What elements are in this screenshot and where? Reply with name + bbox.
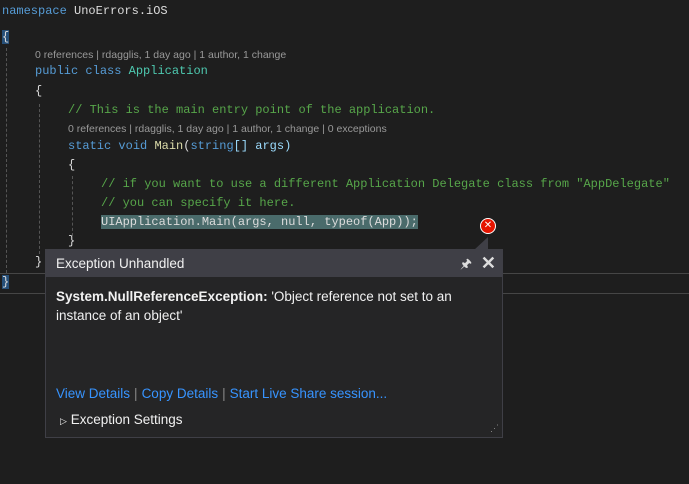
resize-grip-icon[interactable]: ⋰ [490, 423, 499, 434]
indent-guide [39, 104, 40, 254]
expand-triangle-icon: ▷ [60, 416, 67, 426]
close-icon[interactable]: ✕ [481, 250, 496, 277]
code-line[interactable]: // if you want to use a different Applic… [101, 175, 670, 194]
code-line[interactable]: public class Application [35, 62, 208, 81]
exception-popup: Exception Unhandled 🖈︎ ✕ System.NullRefe… [45, 249, 503, 438]
code-line[interactable]: } [2, 273, 10, 292]
code-line[interactable]: // you can specify it here. [101, 194, 295, 213]
view-details-link[interactable]: View Details [56, 386, 130, 401]
code-line[interactable]: { [2, 28, 10, 47]
exception-settings-toggle[interactable]: ▷ Exception Settings [60, 412, 183, 427]
codelens-method[interactable]: 0 references | rdagglis, 1 day ago | 1 a… [68, 123, 387, 135]
popup-links: View Details | Copy Details | Start Live Sha… [56, 386, 388, 401]
indent-guide [72, 176, 73, 236]
code-line[interactable]: namespace UnoErrors.iOS [2, 2, 168, 21]
code-line[interactable]: static void Main(string[] args) [68, 137, 291, 156]
code-line[interactable]: // This is the main entry point of the a… [68, 101, 435, 120]
copy-details-link[interactable]: Copy Details [142, 386, 219, 401]
code-line[interactable]: } [35, 253, 42, 272]
code-line[interactable]: { [68, 156, 75, 175]
popup-header: Exception Unhandled 🖈︎ ✕ [46, 250, 502, 277]
pin-icon[interactable]: 🖈︎ [460, 250, 472, 277]
error-icon[interactable]: ✕ [480, 218, 496, 234]
exception-message: System.NullReferenceException: 'Object r… [56, 289, 452, 323]
code-line[interactable]: { [35, 82, 42, 101]
popup-title: Exception Unhandled [56, 256, 185, 271]
codelens-class[interactable]: 0 references | rdagglis, 1 day ago | 1 a… [35, 49, 286, 61]
indent-guide [6, 48, 7, 273]
code-line-error[interactable]: UIApplication.Main(args, null, typeof(Ap… [101, 213, 418, 232]
live-share-link[interactable]: Start Live Share session... [230, 386, 388, 401]
